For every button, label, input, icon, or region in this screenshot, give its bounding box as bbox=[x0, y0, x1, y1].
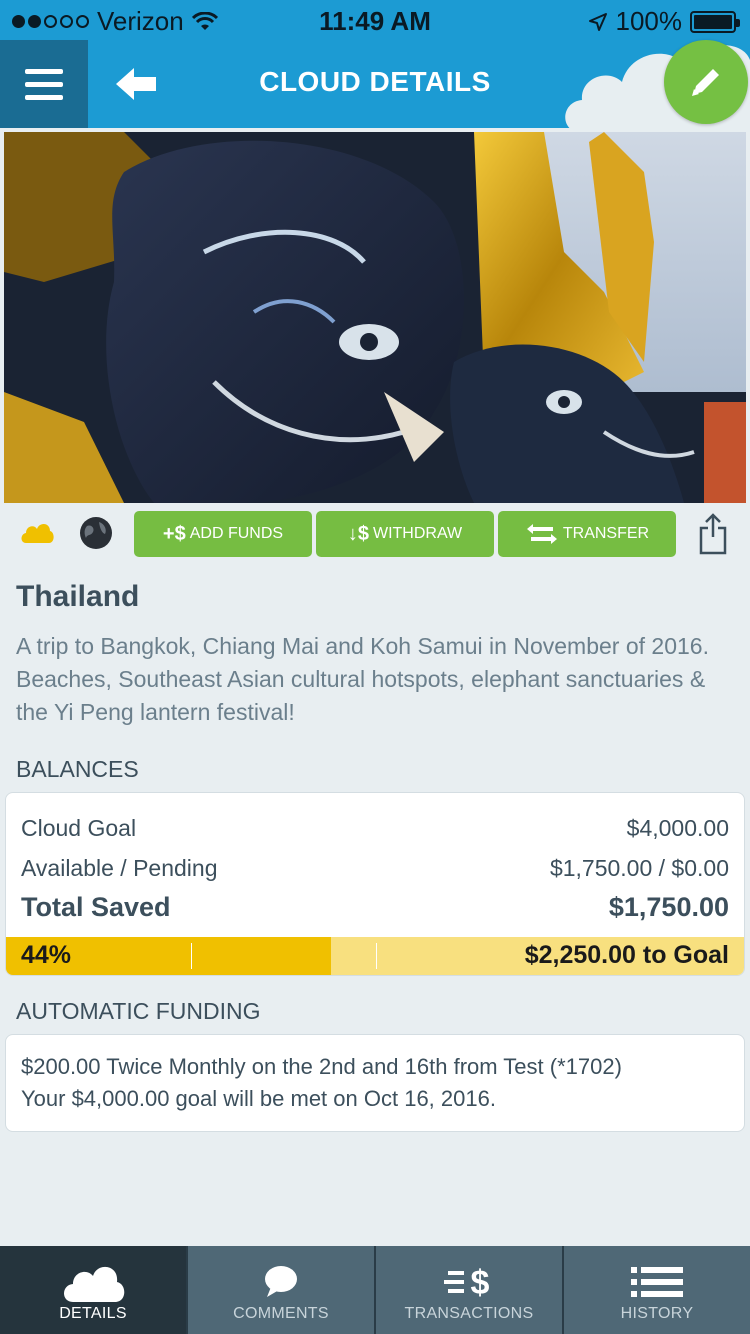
available-pending-label: Available / Pending bbox=[21, 855, 218, 881]
cloud-description: A trip to Bangkok, Chiang Mai and Koh Sa… bbox=[16, 633, 709, 725]
share-icon[interactable] bbox=[698, 513, 728, 555]
tab-transactions-label: TRANSACTIONS bbox=[404, 1305, 534, 1322]
balances-card: Cloud Goal $4,000.00 Available / Pending… bbox=[5, 792, 745, 976]
available-pending-value: $1,750.00 / $0.00 bbox=[549, 855, 729, 881]
automatic-funding-text: $200.00 Twice Monthly on the 2nd and 16t… bbox=[21, 1051, 732, 1115]
cloud-hero-image bbox=[4, 132, 746, 503]
add-dollar-icon: +$ bbox=[162, 522, 186, 545]
progress-percent: 44% bbox=[21, 941, 72, 969]
total-saved-row: Total Saved $1,750.00 bbox=[21, 892, 729, 923]
cloud-title: Thailand bbox=[16, 580, 140, 613]
goal-progress-bar: 44% $2,250.00 to Goal bbox=[6, 937, 744, 975]
cloud-goal-row: Cloud Goal $4,000.00 bbox=[21, 815, 729, 842]
tab-history[interactable]: HISTORY bbox=[562, 1246, 750, 1334]
globe-icon[interactable] bbox=[79, 516, 113, 550]
navigation-bar: CLOUD DETAILS bbox=[0, 40, 750, 132]
speech-bubble-icon bbox=[265, 1266, 297, 1297]
tab-history-label: HISTORY bbox=[620, 1305, 694, 1322]
cloud-goal-value: $4,000.00 bbox=[626, 815, 729, 841]
add-funds-button[interactable]: +$ ADD FUNDS bbox=[134, 511, 312, 557]
total-saved-value: $1,750.00 bbox=[608, 892, 729, 922]
pencil-icon bbox=[692, 69, 719, 96]
total-saved-label: Total Saved bbox=[21, 892, 171, 922]
transfer-arrows-icon bbox=[526, 524, 557, 544]
balances-heading: BALANCES bbox=[16, 756, 139, 782]
edit-button[interactable] bbox=[664, 40, 748, 124]
transactions-icon: $ bbox=[444, 1264, 490, 1300]
withdraw-label: WITHDRAW bbox=[372, 525, 463, 542]
bottom-tab-bar: DETAILS COMMENTS $ TRANSACTIONS HISTORY bbox=[0, 1246, 750, 1334]
available-pending-row: Available / Pending $1,750.00 / $0.00 bbox=[21, 855, 729, 882]
automatic-funding-heading: AUTOMATIC FUNDING bbox=[16, 998, 261, 1024]
list-icon bbox=[631, 1267, 683, 1297]
withdraw-button[interactable]: ↓$ WITHDRAW bbox=[316, 511, 494, 557]
cloud-icon bbox=[64, 1266, 125, 1302]
remaining-to-goal: $2,250.00 to Goal bbox=[524, 941, 729, 969]
tab-details[interactable]: DETAILS bbox=[0, 1246, 186, 1334]
svg-text:$: $ bbox=[471, 1264, 490, 1300]
transfer-label: TRANSFER bbox=[562, 525, 650, 542]
cloud-icon bbox=[21, 523, 54, 543]
funding-goal-date: Your $4,000.00 goal will be met on Oct 1… bbox=[21, 1086, 496, 1111]
tab-comments[interactable]: COMMENTS bbox=[186, 1246, 374, 1334]
tab-transactions[interactable]: $ TRANSACTIONS bbox=[374, 1246, 562, 1334]
progress-tick bbox=[191, 943, 192, 969]
progress-tick bbox=[376, 943, 377, 969]
transfer-button[interactable]: TRANSFER bbox=[498, 511, 676, 557]
automatic-funding-card[interactable]: $200.00 Twice Monthly on the 2nd and 16t… bbox=[5, 1034, 745, 1132]
action-row: +$ ADD FUNDS ↓$ WITHDRAW TRANSFER bbox=[0, 503, 750, 561]
funding-schedule: $200.00 Twice Monthly on the 2nd and 16t… bbox=[21, 1054, 622, 1079]
tab-details-label: DETAILS bbox=[59, 1305, 127, 1322]
add-funds-label: ADD FUNDS bbox=[189, 525, 284, 542]
cloud-goal-label: Cloud Goal bbox=[21, 815, 137, 841]
tab-comments-label: COMMENTS bbox=[233, 1305, 329, 1322]
withdraw-dollar-icon: ↓$ bbox=[347, 522, 369, 545]
